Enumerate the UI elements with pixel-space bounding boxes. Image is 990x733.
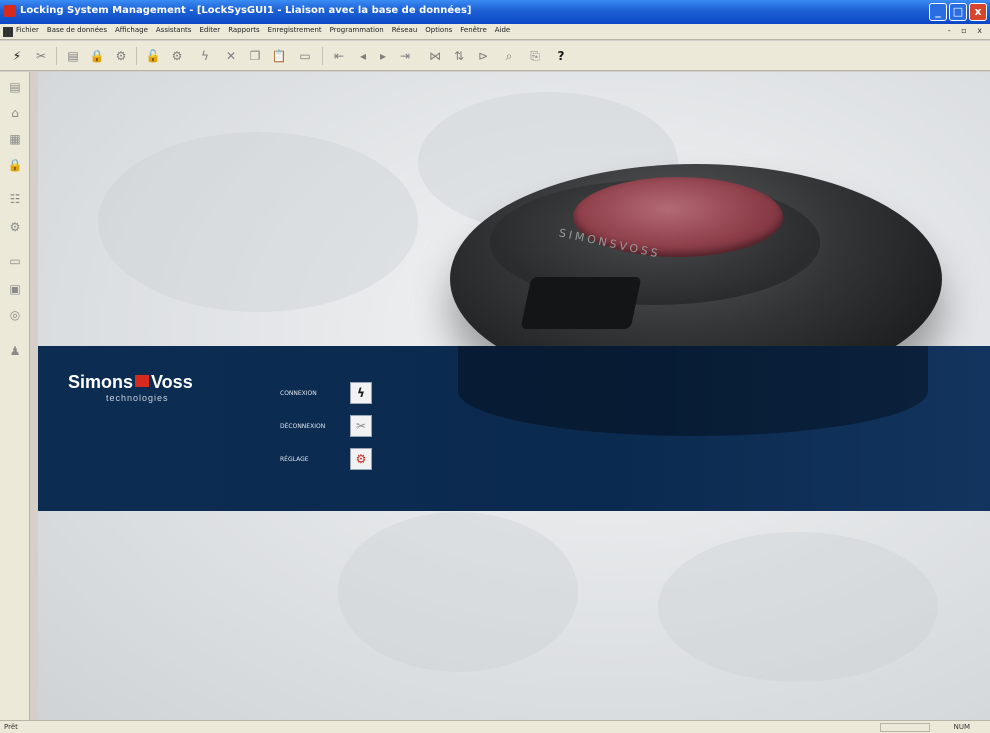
- app-icon: [4, 5, 16, 17]
- menu-file[interactable]: Fichier: [16, 26, 39, 34]
- logo-mark-icon: [135, 375, 150, 387]
- disconnect-icon[interactable]: ✂: [32, 47, 50, 65]
- first-icon[interactable]: ⇤: [330, 47, 348, 65]
- connect-icon[interactable]: ⚡: [8, 47, 26, 65]
- disconnect-button[interactable]: ✂: [350, 415, 372, 437]
- pick-icon[interactable]: ⋈: [426, 47, 444, 65]
- num-lock-indicator: NUM: [953, 723, 970, 731]
- help-icon[interactable]: ?: [552, 47, 570, 65]
- menu-network[interactable]: Réseau: [392, 26, 418, 34]
- connect-label: CONNEXION: [280, 390, 317, 397]
- paste-icon[interactable]: 📋: [270, 47, 288, 65]
- menu-bar: Fichier Base de données Affichage Assist…: [0, 24, 990, 40]
- status-text: Prêt: [4, 723, 18, 731]
- maximize-button[interactable]: □: [949, 3, 967, 21]
- person-icon[interactable]: ♟: [6, 342, 24, 360]
- menu-options[interactable]: Options: [425, 26, 452, 34]
- id-icon[interactable]: ▣: [6, 280, 24, 298]
- export-icon[interactable]: ⎘: [526, 47, 544, 65]
- settings-label: RÉGLAGE: [280, 456, 309, 463]
- disconnect-icon: ✂: [355, 419, 367, 433]
- people-icon[interactable]: ☷: [6, 190, 24, 208]
- menu-database[interactable]: Base de données: [47, 26, 107, 34]
- minimize-button[interactable]: _: [929, 3, 947, 21]
- document-icon[interactable]: [3, 27, 13, 37]
- last-icon[interactable]: ⇥: [396, 47, 414, 65]
- building-icon[interactable]: ▦: [6, 130, 24, 148]
- network-icon[interactable]: ◎: [6, 306, 24, 324]
- menu-window[interactable]: Fenêtre: [460, 26, 486, 34]
- menu-wizards[interactable]: Assistants: [156, 26, 192, 34]
- lock-add-icon[interactable]: 🔓: [144, 47, 162, 65]
- connect-button[interactable]: ϟ: [350, 382, 372, 404]
- delete-icon[interactable]: ✕: [222, 47, 240, 65]
- lock-icon[interactable]: 🔒: [6, 156, 24, 174]
- lightning-icon[interactable]: ϟ: [196, 47, 214, 65]
- menu-help[interactable]: Aide: [495, 26, 510, 34]
- menu-record[interactable]: Enregistrement: [268, 26, 322, 34]
- logo-tagline: technologies: [106, 393, 169, 403]
- close-button[interactable]: x: [969, 3, 987, 21]
- sort-icon[interactable]: ⇅: [450, 47, 468, 65]
- window-title: Locking System Management - [LockSysGUI1…: [20, 5, 472, 16]
- main-toolbar: ⚡ ✂ ▤ 🔒 ⚙ 🔓 ⚙ ϟ ✕ ❐ 📋 ▭ ⇤ ◂ ▸ ⇥ ⋈ ⇅ ⊳ ⌕ …: [0, 41, 990, 71]
- status-panes: [880, 723, 930, 732]
- gear-add-icon[interactable]: ⚙: [168, 47, 186, 65]
- filter-icon[interactable]: ⊳: [474, 47, 492, 65]
- copy-icon[interactable]: ❐: [246, 47, 264, 65]
- menu-reports[interactable]: Rapports: [228, 26, 259, 34]
- card-icon[interactable]: ▭: [6, 252, 24, 270]
- gear-icon[interactable]: ⚙: [112, 47, 130, 65]
- left-toolbar: ▤ ⌂ ▦ 🔒 ☷ ⚙ ▭ ▣ ◎ ♟: [0, 72, 30, 720]
- gear-icon[interactable]: ⚙: [6, 218, 24, 236]
- title-bar[interactable]: Locking System Management - [LockSysGUI1…: [0, 0, 990, 24]
- search-icon[interactable]: ⌕: [500, 47, 518, 65]
- world-map-background: [98, 132, 418, 312]
- start-screen: SIMONSVOSS Simons Voss technologies CONNE…: [38, 72, 990, 720]
- menu-programming[interactable]: Programmation: [330, 26, 384, 34]
- list-icon[interactable]: ▤: [6, 78, 24, 96]
- connect-icon: ϟ: [357, 386, 365, 400]
- status-bar: Prêt NUM: [0, 720, 990, 733]
- prev-icon[interactable]: ◂: [354, 47, 372, 65]
- lock-icon[interactable]: 🔒: [88, 47, 106, 65]
- disconnect-label: DÉCONNEXION: [280, 423, 326, 430]
- app-window: Locking System Management - [LockSysGUI1…: [0, 0, 990, 733]
- settings-icon: ⚙: [355, 452, 367, 466]
- next-icon[interactable]: ▸: [374, 47, 392, 65]
- simonsvoss-logo: Simons Voss: [68, 372, 193, 392]
- mdi-controls[interactable]: - ▫ x: [948, 26, 986, 35]
- list-icon[interactable]: ▤: [64, 47, 82, 65]
- brand-band: Simons Voss technologies CONNEXION ϟ DÉCO…: [38, 346, 990, 511]
- menu-edit[interactable]: Editer: [199, 26, 220, 34]
- home-icon[interactable]: ⌂: [6, 104, 24, 122]
- print-icon[interactable]: ▭: [296, 47, 314, 65]
- menu-view[interactable]: Affichage: [115, 26, 148, 34]
- settings-button[interactable]: ⚙: [350, 448, 372, 470]
